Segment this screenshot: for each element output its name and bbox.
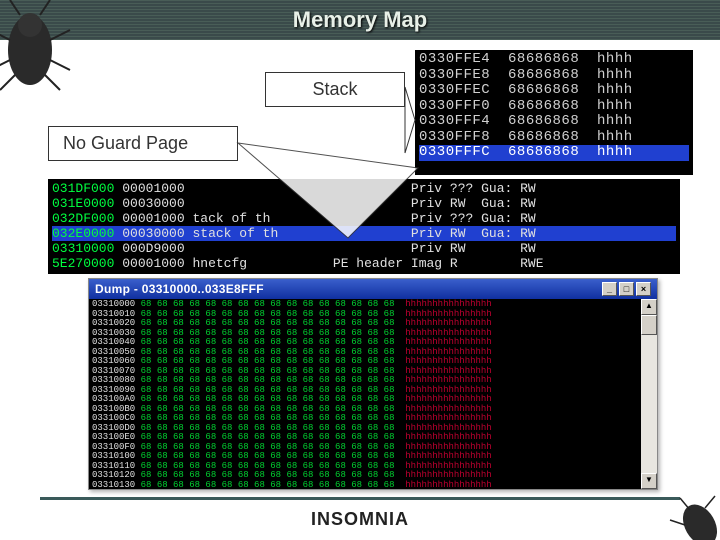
stack-row[interactable]: 0330FFF0 68686868 hhhh <box>419 99 689 115</box>
stack-row[interactable]: 0330FFFC 68686868 hhhh <box>419 145 689 161</box>
scroll-down-button[interactable]: ▼ <box>641 473 657 489</box>
hex-dump-window: Dump - 03310000..033E8FFF _ □ × 03310000… <box>88 278 658 490</box>
stack-view-panel: 0330FFE4 68686868 hhhh0330FFE8 68686868 … <box>415 50 693 175</box>
maximize-button[interactable]: □ <box>619 282 634 296</box>
stack-rows-container: 0330FFE4 68686868 hhhh0330FFE8 68686868 … <box>419 52 689 161</box>
guard-label-text: No Guard Page <box>63 133 188 153</box>
memory-map-panel: 031DF000 00001000 Priv ??? Gua: RW031E00… <box>48 179 680 274</box>
memmap-rows-container: 031DF000 00001000 Priv ??? Gua: RW031E00… <box>52 181 676 271</box>
cockroach-decoration-left <box>0 0 75 95</box>
memmap-row[interactable]: 032DF000 00001000 tack of th Priv ??? Gu… <box>52 211 676 226</box>
stack-row[interactable]: 0330FFEC 68686868 hhhh <box>419 83 689 99</box>
footer-brand: INSOMNIA <box>0 509 720 530</box>
close-button[interactable]: × <box>636 282 651 296</box>
cockroach-decoration-right <box>660 490 720 540</box>
minimize-button[interactable]: _ <box>602 282 617 296</box>
stack-label-callout: Stack <box>265 72 405 107</box>
scroll-track[interactable] <box>641 315 657 473</box>
header-strip: Memory Map <box>0 0 720 40</box>
memmap-row[interactable]: 032E0000 00030000 stack of th Priv RW Gu… <box>52 226 676 241</box>
scroll-thumb[interactable] <box>641 315 657 335</box>
dump-content[interactable]: 03310000 68 68 68 68 68 68 68 68 68 68 6… <box>89 299 641 489</box>
window-controls: _ □ × <box>602 282 651 296</box>
scroll-up-button[interactable]: ▲ <box>641 299 657 315</box>
memmap-row[interactable]: 03310000 000D9000 Priv RW RW <box>52 241 676 256</box>
page-title: Memory Map <box>293 7 427 33</box>
dump-row[interactable]: 03310130 68 68 68 68 68 68 68 68 68 68 6… <box>92 481 638 490</box>
memmap-row[interactable]: 031E0000 00030000 Priv RW Gua: RW <box>52 196 676 211</box>
footer-divider <box>40 497 680 500</box>
memmap-row[interactable]: 5E270000 00001000 hnetcfg PE header Imag… <box>52 256 676 271</box>
stack-row[interactable]: 0330FFE4 68686868 hhhh <box>419 52 689 68</box>
stack-row[interactable]: 0330FFE8 68686868 hhhh <box>419 68 689 84</box>
dump-titlebar[interactable]: Dump - 03310000..033E8FFF _ □ × <box>89 279 657 299</box>
stack-row[interactable]: 0330FFF8 68686868 hhhh <box>419 130 689 146</box>
stack-row[interactable]: 0330FFF4 68686868 hhhh <box>419 114 689 130</box>
memmap-row[interactable]: 031DF000 00001000 Priv ??? Gua: RW <box>52 181 676 196</box>
dump-scrollbar[interactable]: ▲ ▼ <box>641 299 657 489</box>
guard-label-callout: No Guard Page <box>48 126 238 161</box>
dump-body: 03310000 68 68 68 68 68 68 68 68 68 68 6… <box>89 299 657 489</box>
dump-title: Dump - 03310000..033E8FFF <box>95 282 264 296</box>
stack-label-text: Stack <box>312 79 357 99</box>
